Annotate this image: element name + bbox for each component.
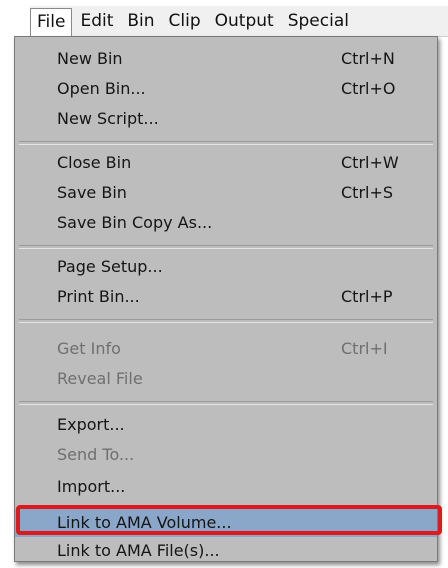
menu-item-page-setup[interactable]: Page Setup... bbox=[15, 253, 437, 281]
menu-item-import[interactable]: Import... bbox=[15, 473, 437, 501]
menu-item-label: New Script... bbox=[57, 109, 159, 128]
menu-file[interactable]: File bbox=[30, 7, 73, 36]
menu-edit[interactable]: Edit bbox=[74, 7, 119, 35]
menu-item-label: Import... bbox=[57, 477, 126, 496]
menu-output[interactable]: Output bbox=[209, 7, 280, 35]
menu-item-link-to-ama-files[interactable]: Link to AMA File(s)... bbox=[15, 537, 437, 565]
menu-item-open-bin[interactable]: Open Bin... Ctrl+O bbox=[15, 75, 437, 103]
menu-item-save-bin[interactable]: Save Bin Ctrl+S bbox=[15, 179, 437, 207]
menu-item-new-bin[interactable]: New Bin Ctrl+N bbox=[15, 45, 437, 73]
menu-item-label: New Bin bbox=[57, 49, 123, 68]
menu-item-print-bin[interactable]: Print Bin... Ctrl+P bbox=[15, 283, 437, 311]
menu-bar: File Edit Bin Clip Output Special bbox=[30, 6, 448, 37]
menu-item-shortcut: Ctrl+S bbox=[341, 183, 394, 202]
menu-separator bbox=[19, 401, 433, 405]
menu-separator bbox=[19, 141, 433, 145]
menu-item-reveal-file: Reveal File bbox=[15, 365, 437, 393]
menu-bin[interactable]: Bin bbox=[121, 7, 160, 35]
menu-item-shortcut: Ctrl+P bbox=[341, 287, 393, 306]
menu-special[interactable]: Special bbox=[282, 7, 355, 35]
menu-item-label: Link to AMA Volume... bbox=[57, 513, 232, 532]
menu-item-link-to-ama-volume[interactable]: Link to AMA Volume... bbox=[15, 509, 437, 537]
menu-separator bbox=[19, 319, 433, 323]
menu-separator bbox=[19, 245, 433, 249]
menu-item-send-to: Send To... bbox=[15, 441, 437, 469]
menu-item-save-bin-copy-as[interactable]: Save Bin Copy As... bbox=[15, 209, 437, 237]
menu-item-label: Link to AMA File(s)... bbox=[57, 541, 220, 560]
menu-item-shortcut: Ctrl+O bbox=[341, 79, 396, 98]
page: File Edit Bin Clip Output Special New Bi… bbox=[0, 0, 448, 568]
menu-item-label: Print Bin... bbox=[57, 287, 140, 306]
menu-item-label: Page Setup... bbox=[57, 257, 163, 276]
menu-item-shortcut: Ctrl+W bbox=[341, 153, 399, 172]
menu-item-label: Get Info bbox=[57, 339, 121, 358]
menu-item-label: Save Bin Copy As... bbox=[57, 213, 213, 232]
menu-item-shortcut: Ctrl+I bbox=[341, 339, 388, 358]
menu-item-label: Export... bbox=[57, 415, 125, 434]
menu-item-shortcut: Ctrl+N bbox=[341, 49, 395, 68]
menu-clip[interactable]: Clip bbox=[163, 7, 207, 35]
menu-item-label: Open Bin... bbox=[57, 79, 146, 98]
menu-item-export[interactable]: Export... bbox=[15, 411, 437, 439]
menu-item-label: Close Bin bbox=[57, 153, 132, 172]
menu-item-label: Send To... bbox=[57, 445, 135, 464]
menu-item-label: Save Bin bbox=[57, 183, 127, 202]
menu-item-close-bin[interactable]: Close Bin Ctrl+W bbox=[15, 149, 437, 177]
menu-item-get-info: Get Info Ctrl+I bbox=[15, 335, 437, 363]
file-menu-dropdown: New Bin Ctrl+N Open Bin... Ctrl+O New Sc… bbox=[14, 36, 438, 562]
menu-item-new-script[interactable]: New Script... bbox=[15, 105, 437, 133]
menu-item-label: Reveal File bbox=[57, 369, 143, 388]
